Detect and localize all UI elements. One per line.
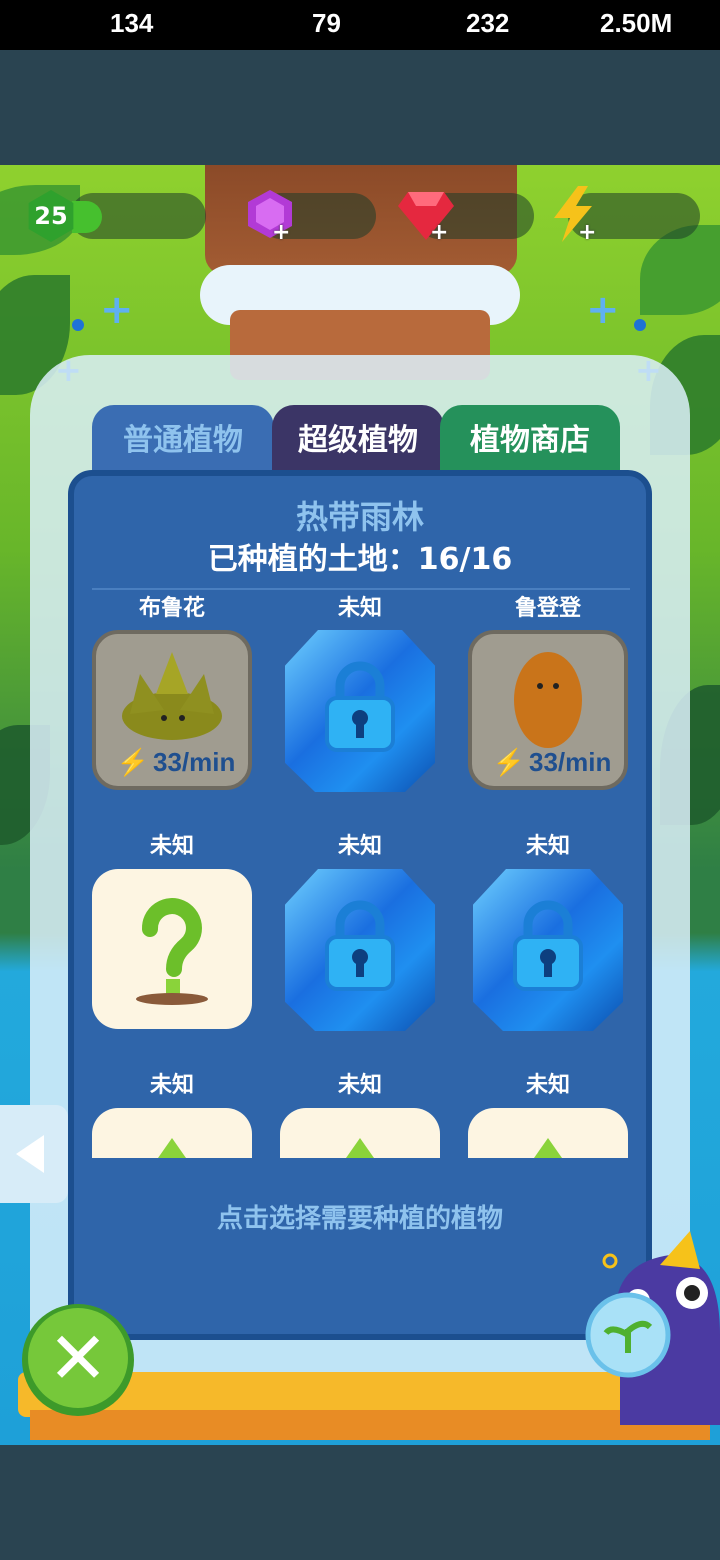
sparkle-icon: + [100,287,134,333]
zone-title: 热带雨林 [295,498,424,536]
sparkle-icon: + [586,287,620,333]
rate-value: 33/min [153,747,236,777]
tab-super-plants[interactable]: 超级植物 [272,405,444,473]
background-bottom [0,1445,720,1560]
plant-label: 未知 [337,834,382,859]
energy-value: 2.50M [600,8,673,38]
unknown-plant-card[interactable] [280,1108,440,1158]
question-mark-icon [534,1138,562,1158]
add-red-gem-icon[interactable]: + [430,222,448,244]
plant-card-brukhua[interactable]: ⚡ 33/min [92,630,252,790]
add-energy-icon[interactable]: + [578,222,596,244]
rate-value: 33/min [529,747,612,777]
chevron-left-icon [16,1135,44,1173]
plant-label: 未知 [525,1073,570,1098]
question-mark-icon [346,1138,374,1158]
cactus-plant-icon [514,652,582,748]
plant-rate: ⚡ 33/min [96,747,256,778]
dot-decoration [634,319,646,331]
instruction-text: 点击选择需要种植的植物 [216,1204,503,1234]
purple-gem-value: 79 [312,8,341,38]
lock-icon [325,661,395,752]
add-purple-gem-icon[interactable]: + [272,222,290,244]
question-mark-icon [158,1138,186,1158]
locked-plant-card[interactable] [473,869,623,1031]
plant-label: 未知 [149,834,194,859]
lock-icon [513,900,583,991]
unknown-plant-card[interactable] [92,1108,252,1158]
succulent-plant-icon [122,652,222,740]
plant-label: 未知 [149,1073,194,1098]
lightning-icon: ⚡ [492,747,525,777]
background-top [0,50,720,165]
close-button[interactable]: ✕ [22,1304,134,1416]
lock-icon [325,900,395,991]
plant-label: 布鲁花 [138,596,205,621]
question-mark-icon [136,898,208,1005]
plant-label: 鲁登登 [514,596,581,621]
mascot-character [585,1231,720,1425]
lightning-icon: ⚡ [116,747,149,777]
tab-plant-shop[interactable]: 植物商店 [440,405,620,473]
unknown-plant-card[interactable] [92,869,252,1029]
plant-label: 未知 [525,834,570,859]
planted-count: 已种植的土地：16/16 [207,542,513,577]
plant-label: 未知 [337,1073,382,1098]
tab-normal-plants[interactable]: 普通植物 [92,405,274,473]
xp-value: 134 [110,8,154,38]
close-icon: ✕ [28,1308,128,1408]
plant-card-ludengdeng[interactable]: ⚡ 33/min [468,630,628,790]
back-button[interactable] [0,1105,68,1203]
dot-decoration [72,319,84,331]
unknown-plant-card[interactable] [468,1108,628,1158]
plant-label: 未知 [337,596,382,621]
plant-rate: ⚡ 33/min [472,747,632,778]
locked-plant-card[interactable] [285,630,435,792]
locked-plant-card[interactable] [285,869,435,1031]
plant-grid[interactable]: 布鲁花 ⚡ 33/min 未知 鲁登登 ⚡ 33/min 未知 未知 未知 未知… [80,590,640,1158]
red-gem-value: 232 [466,8,510,38]
